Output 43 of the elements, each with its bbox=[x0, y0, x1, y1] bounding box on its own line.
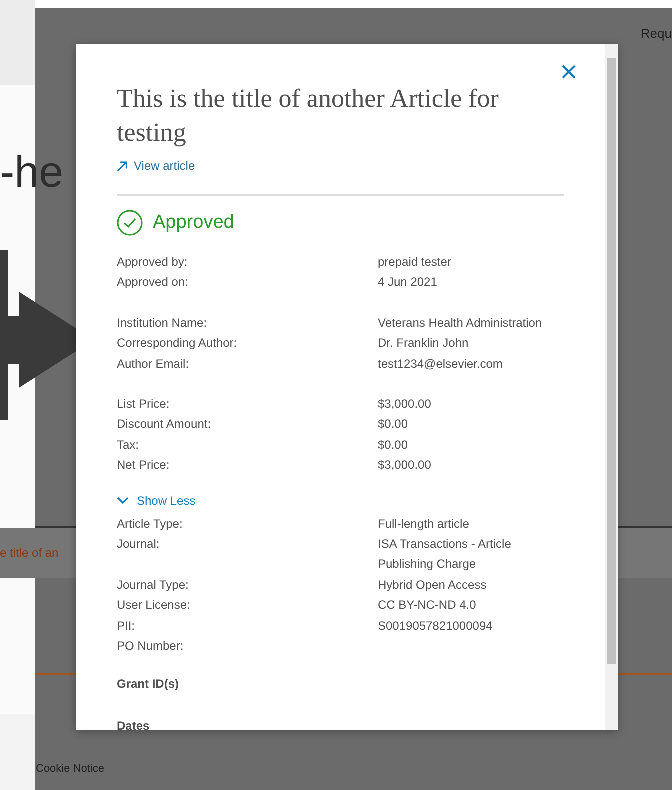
scrollbar[interactable] bbox=[605, 44, 618, 730]
field-value: Full-length article bbox=[378, 516, 470, 533]
field-label: Tax: bbox=[117, 436, 140, 454]
field-label: Discount Amount: bbox=[117, 416, 212, 434]
field-value: $0.00 bbox=[378, 416, 410, 434]
external-link-icon bbox=[117, 160, 128, 172]
field-label: Author Email: bbox=[117, 356, 190, 373]
field-label: Net Price: bbox=[117, 457, 171, 474]
header-link[interactable]: Requ bbox=[640, 26, 672, 40]
chevron-icon bbox=[117, 496, 129, 505]
field-value: prepaid tester bbox=[378, 254, 452, 271]
field-label: PII: bbox=[117, 618, 136, 635]
cookie-notice-link[interactable]: Cookie Notice bbox=[36, 763, 104, 775]
field-value: $0.00 bbox=[378, 436, 410, 454]
field-value: Dr. Franklin John bbox=[378, 335, 470, 352]
field-label: PO Number: bbox=[117, 638, 185, 656]
article-title: This is the title of another Article for testing bbox=[117, 83, 500, 149]
field-label: Article Type: bbox=[117, 516, 184, 533]
field-value: 4 Jun 2021 bbox=[378, 274, 438, 292]
field-value: Veterans Health Administration bbox=[378, 314, 544, 332]
field-value: S0019057821000094 bbox=[378, 618, 494, 635]
field-label: User License: bbox=[117, 597, 192, 614]
close-icon[interactable] bbox=[560, 63, 578, 81]
field-label: Journal: bbox=[117, 536, 161, 554]
field-value: test1234@elsevier.com bbox=[378, 356, 504, 373]
field-label: List Price: bbox=[117, 396, 171, 414]
status-label: Approved bbox=[153, 212, 234, 234]
check-circle-icon bbox=[117, 210, 143, 236]
field-label: Institution Name: bbox=[117, 314, 208, 332]
field-value: ISA Transactions - Article Publishing Charge bbox=[378, 536, 512, 574]
field-label: Approved by: bbox=[117, 254, 189, 271]
section-heading: Dates bbox=[117, 718, 151, 730]
section-heading: Grant ID(s) bbox=[117, 676, 180, 690]
field-label: Corresponding Author: bbox=[117, 335, 238, 352]
field-label: Journal Type: bbox=[117, 576, 190, 594]
field-value: Hybrid Open Access bbox=[378, 576, 488, 594]
article-title-link[interactable]: e title of an bbox=[0, 546, 59, 560]
show-less-toggle[interactable]: Show Less bbox=[117, 494, 196, 508]
view-article-link[interactable]: View article bbox=[134, 159, 196, 173]
field-value: CC BY-NC-ND 4.0 bbox=[378, 597, 478, 614]
field-value: $3,000.00 bbox=[378, 457, 432, 474]
field-label: Approved on: bbox=[117, 274, 190, 292]
field-value: $3,000.00 bbox=[378, 396, 432, 414]
